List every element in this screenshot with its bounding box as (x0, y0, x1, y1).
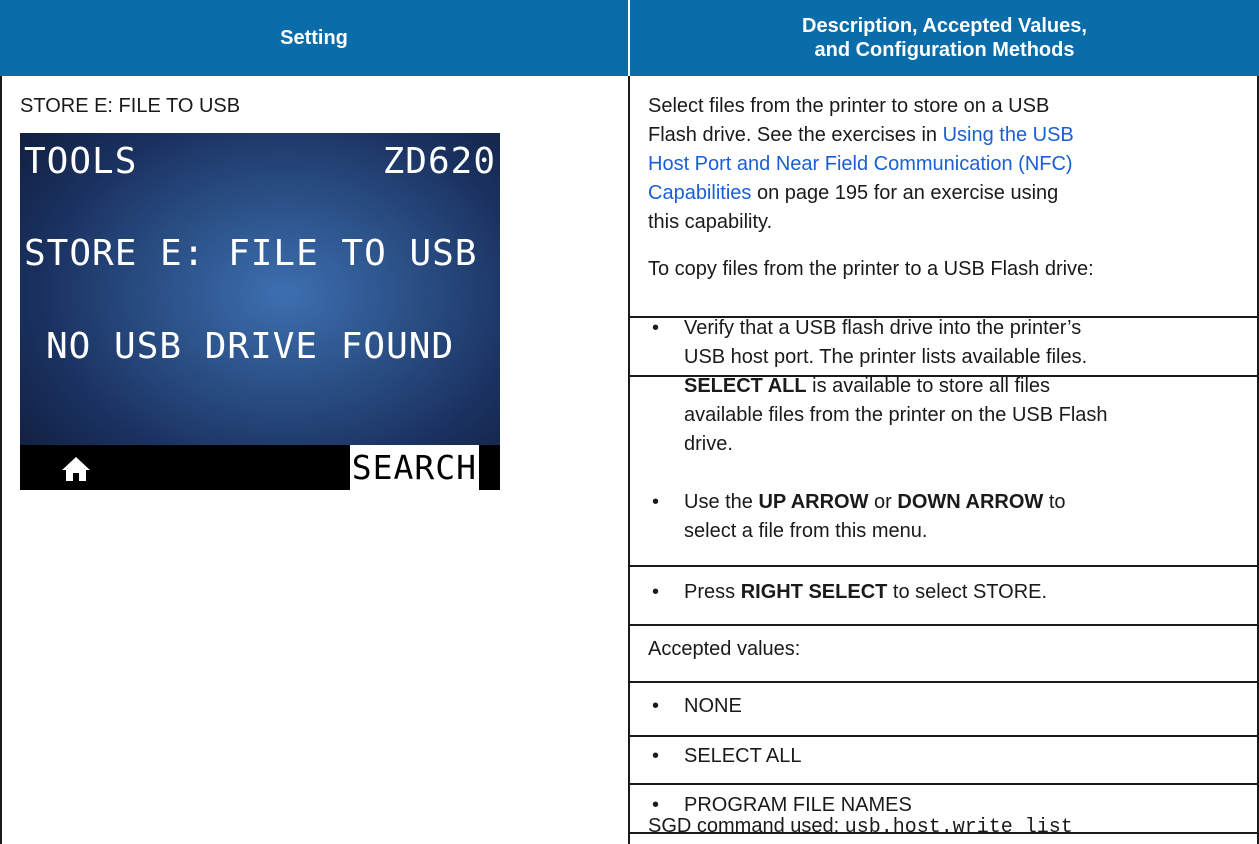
header-description-line1: Description, Accepted Values, (802, 15, 1087, 37)
intro-line-2-text: Flash drive. See the exercises in (648, 124, 943, 146)
value-none: NONE (684, 695, 742, 717)
value-select-all: SELECT ALL (684, 745, 802, 767)
bullet3-post: to select STORE. (887, 581, 1048, 603)
row-divider-7 (630, 783, 1257, 785)
setting-name: STORE E: FILE TO USB (20, 95, 241, 117)
bullet1-line4: available files from the printer on the … (684, 404, 1108, 426)
bullet-marker: • (652, 491, 660, 513)
intro-line-4: this capability. (648, 211, 773, 233)
header-setting-label: Setting (280, 27, 348, 49)
bullet2-line1: Use the UP ARROW or DOWN ARROW to (684, 488, 1244, 517)
row-divider-3 (630, 565, 1257, 567)
sgd-command-line: SGD command used: usb.host.write_list (648, 813, 1073, 841)
bullet2-pre: Use the (684, 491, 759, 513)
header-description-line2: and Configuration Methods (814, 39, 1075, 61)
usb-host-link-part2[interactable]: Host Port and Near Field Communication (… (648, 150, 1073, 179)
bullet3-right-select: RIGHT SELECT (740, 581, 888, 603)
sgd-command: usb.host.write_list (844, 816, 1073, 839)
lcd-search-softkey: SEARCH (349, 445, 479, 490)
intro-line-1: Select files from the printer to store o… (648, 95, 1050, 117)
intro-line-3-text: on page 195 for an exercise using (751, 182, 1059, 204)
bullet1-line1: Verify that a USB flash drive into the p… (684, 317, 1082, 339)
settings-table: Setting Description, Accepted Values, an… (0, 0, 1259, 844)
bullet2-line2: select a file from this menu. (684, 520, 928, 542)
row-divider-6 (630, 735, 1257, 737)
bullet-marker: • (652, 581, 660, 603)
bullet1-bold: SELECT ALL (684, 375, 807, 397)
printer-lcd-screenshot: TOOLS ZD620 STORE E: FILE TO USB NO USB … (20, 133, 500, 490)
left-border (0, 76, 2, 844)
usb-host-link-part3[interactable]: Capabilities (648, 182, 751, 204)
home-icon (62, 457, 90, 481)
row-divider-5 (630, 681, 1257, 683)
lcd-title: TOOLS (24, 141, 138, 182)
header-description: Description, Accepted Values, and Config… (630, 0, 1259, 76)
sgd-label: SGD command used: (648, 815, 845, 837)
column-divider (628, 76, 630, 844)
bullet1-line2: USB host port. The printer lists availab… (684, 346, 1088, 368)
bullet1-line3-text: is available to store all files (806, 375, 1051, 397)
lcd-menu-item: STORE E: FILE TO USB (24, 233, 478, 274)
bullet3-pre: Press (684, 581, 741, 603)
lcd-status: NO USB DRIVE FOUND (46, 326, 455, 367)
usb-host-link-part1[interactable]: Using the USB (943, 124, 1074, 146)
header-setting: Setting (0, 0, 628, 76)
copy-heading: To copy files from the printer to a USB … (648, 258, 1094, 280)
intro-line-2: Flash drive. See the exercises in Using … (648, 121, 1074, 150)
bullet2-mid: or (868, 491, 898, 513)
bullet2-down-arrow: DOWN ARROW (897, 491, 1044, 513)
intro-line-3: Capabilities on page 195 for an exercise… (648, 179, 1058, 208)
bullet-marker: • (652, 745, 660, 767)
accepted-heading: Accepted values: (648, 638, 801, 660)
lcd-model: ZD620 (382, 141, 496, 182)
bullet2-post: to (1043, 491, 1066, 513)
bullet3-line1: Press RIGHT SELECT to select STORE. (684, 578, 1244, 607)
bullet1-line3: SELECT ALL is available to store all fil… (684, 372, 1244, 401)
bullet-marker: • (652, 695, 660, 717)
bullet1-line5: drive. (684, 433, 733, 455)
bullet-marker: • (652, 317, 660, 339)
bullet2-up-arrow: UP ARROW (758, 491, 869, 513)
row-divider-4 (630, 624, 1257, 626)
